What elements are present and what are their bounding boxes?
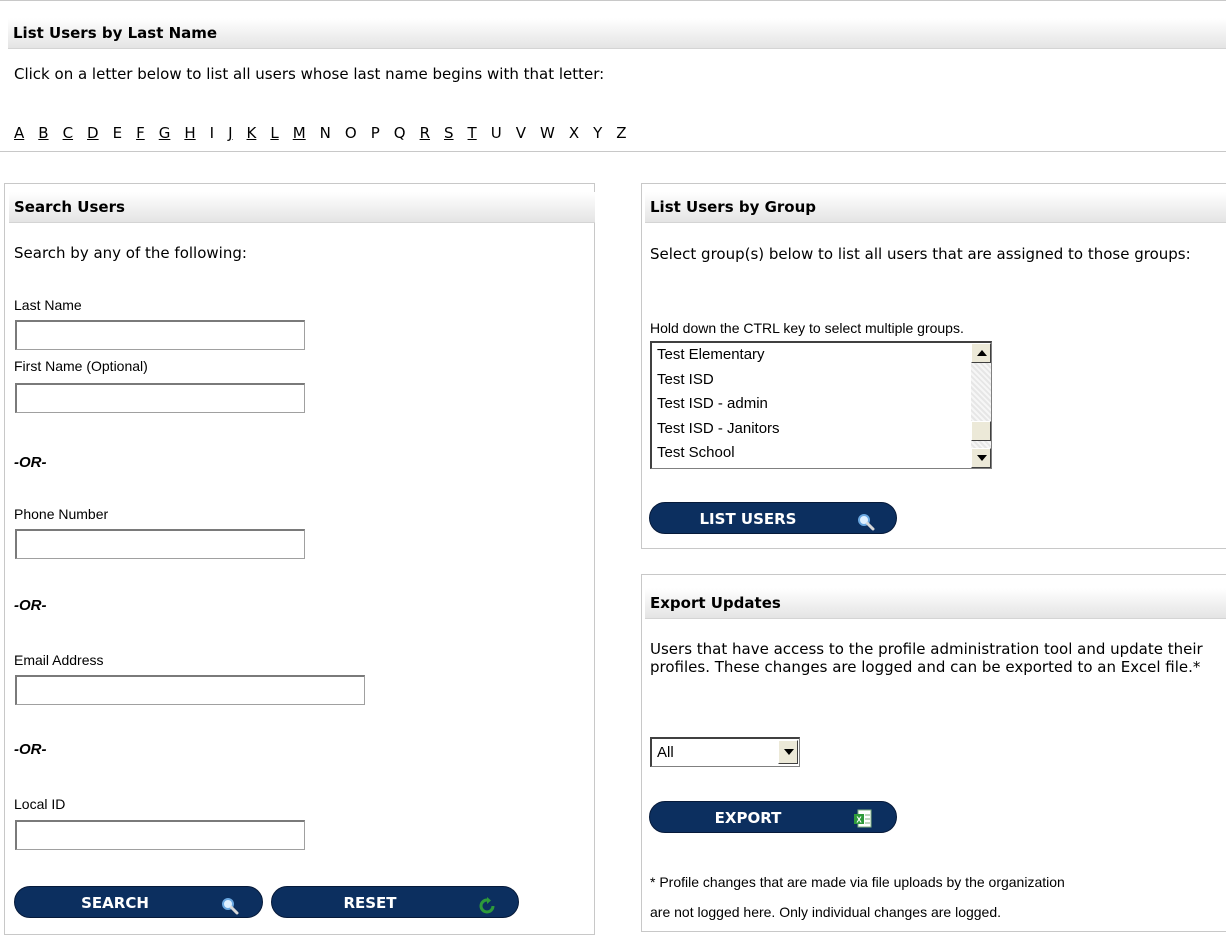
dropdown-button[interactable] [778,740,798,764]
letter-b-link[interactable]: B [38,124,48,142]
magnifier-icon [221,894,239,915]
list-users-button-label: LIST USERS [699,510,797,528]
letter-m-link[interactable]: M [293,124,306,142]
group-option[interactable]: Test ISD - admin [657,395,768,412]
email-address-input[interactable] [15,675,365,705]
export-footnote-line1: * Profile changes that are made via file… [650,874,1065,890]
arrow-up-icon [977,350,987,356]
search-users-title: Search Users [9,192,595,223]
local-id-input[interactable] [15,820,305,850]
alphabet-letter-list: ABCDEFGHIJKLMNOPQRSTUVWXYZ [14,124,641,142]
or-divider-2: -OR- [14,597,47,614]
search-button[interactable]: SEARCH [14,886,263,918]
letter-l-link[interactable]: L [270,124,278,142]
letter-e: E [112,124,123,142]
letter-y: Y [593,124,603,142]
last-name-panel-title: List Users by Last Name [8,18,1226,49]
letter-t-link[interactable]: T [468,124,477,142]
refresh-icon [478,894,496,914]
export-footnote-line2: are not logged here. Only individual cha… [650,904,1002,920]
magnifier-icon [857,510,875,531]
last-name-label: Last Name [14,297,82,313]
letter-r-link[interactable]: R [420,124,430,142]
letter-n: N [319,124,331,142]
last-name-instructions: Click on a letter below to list all user… [14,65,605,83]
letter-x: X [568,124,580,142]
phone-number-input[interactable] [15,529,305,559]
letter-a-link[interactable]: A [14,124,24,142]
letter-j-link[interactable]: J [228,124,232,142]
export-filter-select[interactable]: All [650,737,800,767]
arrow-down-icon [977,455,987,461]
reset-button-label: RESET [343,894,397,912]
svg-text:X: X [856,816,862,825]
first-name-label: First Name (Optional) [14,358,148,374]
local-id-label: Local ID [14,796,66,812]
letter-s-link[interactable]: S [444,124,454,142]
group-option[interactable]: Test ISD - Janitors [657,420,780,437]
group-listbox[interactable]: Test Elementary Test ISD Test ISD - admin T… [650,341,992,469]
letter-d-link[interactable]: D [87,124,99,142]
letter-q: Q [393,124,406,142]
last-name-input[interactable] [15,320,305,350]
letter-z: Z [616,124,627,142]
multi-select-hint: Hold down the CTRL key to select multipl… [650,320,964,336]
list-users-button[interactable]: LIST USERS [649,502,897,534]
export-panel-title: Export Updates [645,588,1226,619]
export-filter-value: All [657,744,674,761]
group-panel-title: List Users by Group [645,192,1226,223]
letter-p: P [370,124,380,142]
or-divider-1: -OR- [14,454,47,471]
scroll-up-button[interactable] [971,343,991,363]
listbox-scrollbar[interactable] [971,343,991,468]
letter-g-link[interactable]: G [159,124,171,142]
first-name-input[interactable] [15,383,305,413]
email-address-label: Email Address [14,652,104,668]
reset-button[interactable]: RESET [271,886,519,918]
letter-k-link[interactable]: K [247,124,257,142]
letter-w: W [539,124,555,142]
search-button-label: SEARCH [81,894,149,912]
letter-i: I [209,124,215,142]
letter-f-link[interactable]: F [136,124,145,142]
export-button-label: EXPORT [714,809,782,827]
export-button[interactable]: EXPORT X [649,801,897,833]
scroll-thumb[interactable] [971,421,991,441]
chevron-down-icon [784,749,794,755]
search-users-subtitle: Search by any of the following: [14,244,247,262]
letter-c-link[interactable]: C [63,124,73,142]
or-divider-3: -OR- [14,741,47,758]
phone-number-label: Phone Number [14,506,109,522]
group-panel-instructions: Select group(s) below to list all users … [650,245,1191,263]
export-description: Users that have access to the profile ad… [650,640,1203,676]
group-option[interactable]: Test School [657,444,735,461]
letter-u: U [490,124,502,142]
group-option[interactable]: Test Elementary [657,346,765,363]
group-option[interactable]: Test ISD [657,371,714,388]
scroll-down-button[interactable] [971,448,991,468]
letter-h-link[interactable]: H [184,124,195,142]
letter-v: V [515,124,526,142]
excel-icon: X [853,808,872,828]
letter-o: O [344,124,357,142]
